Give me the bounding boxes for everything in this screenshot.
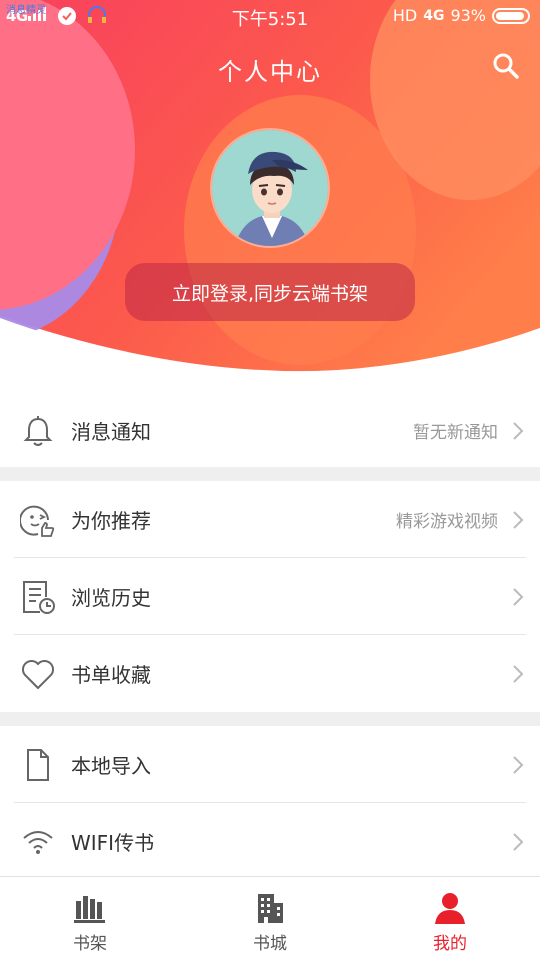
person-icon	[435, 893, 465, 924]
menu-item-favorites[interactable]: 书单收藏	[0, 635, 540, 712]
bottom-tab-bar: 书架 书城 我的	[0, 876, 540, 960]
section-content: 为你推荐 精彩游戏视频 浏览历史 书单收藏	[0, 481, 540, 712]
menu-label-favorites: 书单收藏	[71, 663, 151, 687]
menu-label-recommend: 为你推荐	[71, 509, 151, 533]
menu-label-notifications: 消息通知	[71, 420, 151, 444]
bell-icon	[23, 415, 53, 446]
login-button[interactable]: 立即登录,同步云端书架	[125, 263, 415, 321]
tab-bookstore[interactable]: 书城	[180, 877, 360, 960]
chevron-right-icon	[513, 421, 524, 440]
page-title: 个人中心	[218, 58, 322, 86]
tab-bookshelf[interactable]: 书架	[0, 877, 180, 960]
chevron-right-icon	[513, 664, 524, 683]
menu-value-recommend: 精彩游戏视频	[396, 512, 498, 532]
section-tools: 本地导入 WIFI传书	[0, 726, 540, 880]
file-icon	[27, 748, 49, 781]
chevron-right-icon	[513, 755, 524, 774]
menu-item-wifi-transfer[interactable]: WIFI传书	[0, 803, 540, 880]
building-icon	[258, 894, 283, 923]
user-avatar-image	[212, 130, 328, 246]
heart-icon	[22, 659, 54, 689]
search-icon[interactable]	[492, 52, 520, 80]
chevron-right-icon	[513, 832, 524, 851]
battery-percent: 93%	[450, 6, 486, 25]
chevron-right-icon	[513, 510, 524, 529]
tab-label-mine: 我的	[433, 934, 467, 954]
tab-label-bookstore: 书城	[253, 934, 287, 954]
menu-label-wifi-transfer: WIFI传书	[71, 831, 155, 855]
battery-fill	[496, 11, 524, 20]
menu-item-local-import[interactable]: 本地导入	[0, 726, 540, 803]
menu-label-local-import: 本地导入	[71, 754, 151, 778]
profile-header: 消息精灵 4G 下午5:51 HD 4G 93% 个人中心 立即登录,同步云端书…	[0, 0, 540, 392]
hd-indicator: HD	[392, 6, 418, 25]
avatar[interactable]	[210, 128, 330, 248]
chevron-right-icon	[513, 587, 524, 606]
section-notifications: 消息通知 暂无新通知	[0, 392, 540, 469]
wifi-icon	[23, 830, 53, 854]
menu-label-history: 浏览历史	[71, 586, 151, 610]
network-right: 4G	[423, 7, 445, 24]
menu-item-notifications[interactable]: 消息通知 暂无新通知	[0, 392, 540, 469]
status-bar: 消息精灵 4G 下午5:51 HD 4G 93%	[0, 0, 540, 34]
tab-mine[interactable]: 我的	[360, 877, 540, 960]
menu-item-history[interactable]: 浏览历史	[0, 558, 540, 635]
emoji-thumb-icon	[20, 505, 55, 537]
history-icon	[23, 580, 55, 614]
section-divider	[0, 712, 540, 726]
battery-icon	[492, 7, 530, 24]
tab-label-bookshelf: 书架	[73, 934, 107, 954]
bookshelf-icon	[74, 896, 105, 923]
section-divider	[0, 467, 540, 481]
menu-item-recommend[interactable]: 为你推荐 精彩游戏视频	[0, 481, 540, 558]
menu-value-notifications: 暂无新通知	[413, 423, 498, 443]
